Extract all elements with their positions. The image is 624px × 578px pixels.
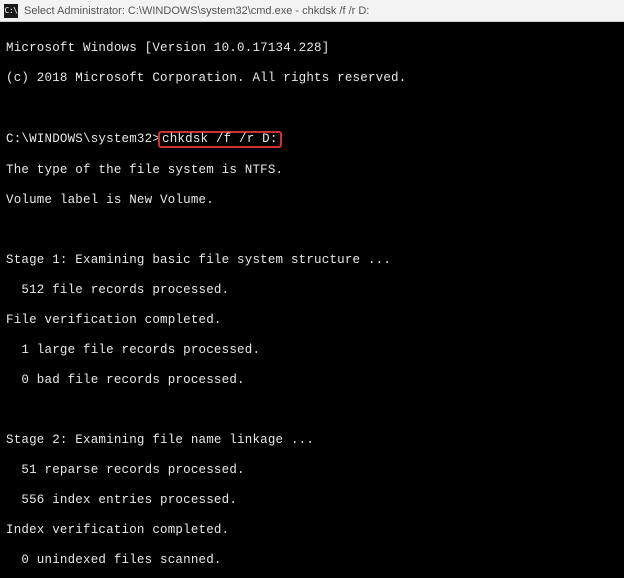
stage2-verify: Index verification completed. <box>6 523 618 538</box>
stage2-unindexed-scan: 0 unindexed files scanned. <box>6 553 618 568</box>
window-title: Select Administrator: C:\WINDOWS\system3… <box>24 5 369 17</box>
blank-line <box>6 101 618 116</box>
command-line: C:\WINDOWS\system32>chkdsk /f /r D: <box>6 131 618 148</box>
prompt-path: C:\WINDOWS\system32> <box>6 132 160 146</box>
stage2-reparse: 51 reparse records processed. <box>6 463 618 478</box>
command-highlight: chkdsk /f /r D: <box>158 131 282 148</box>
stage1-bad: 0 bad file records processed. <box>6 373 618 388</box>
window-titlebar[interactable]: C:\ Select Administrator: C:\WINDOWS\sys… <box>0 0 624 22</box>
fs-type-line: The type of the file system is NTFS. <box>6 163 618 178</box>
cmd-icon: C:\ <box>4 4 18 18</box>
os-version-line: Microsoft Windows [Version 10.0.17134.22… <box>6 41 618 56</box>
stage2-index: 556 index entries processed. <box>6 493 618 508</box>
volume-label-line: Volume label is New Volume. <box>6 193 618 208</box>
copyright-line: (c) 2018 Microsoft Corporation. All righ… <box>6 71 618 86</box>
blank-line <box>6 223 618 238</box>
stage1-verify: File verification completed. <box>6 313 618 328</box>
stage1-records: 512 file records processed. <box>6 283 618 298</box>
stage2-title: Stage 2: Examining file name linkage ... <box>6 433 618 448</box>
stage1-title: Stage 1: Examining basic file system str… <box>6 253 618 268</box>
blank-line <box>6 403 618 418</box>
stage1-large: 1 large file records processed. <box>6 343 618 358</box>
terminal-output[interactable]: Microsoft Windows [Version 10.0.17134.22… <box>0 22 624 578</box>
